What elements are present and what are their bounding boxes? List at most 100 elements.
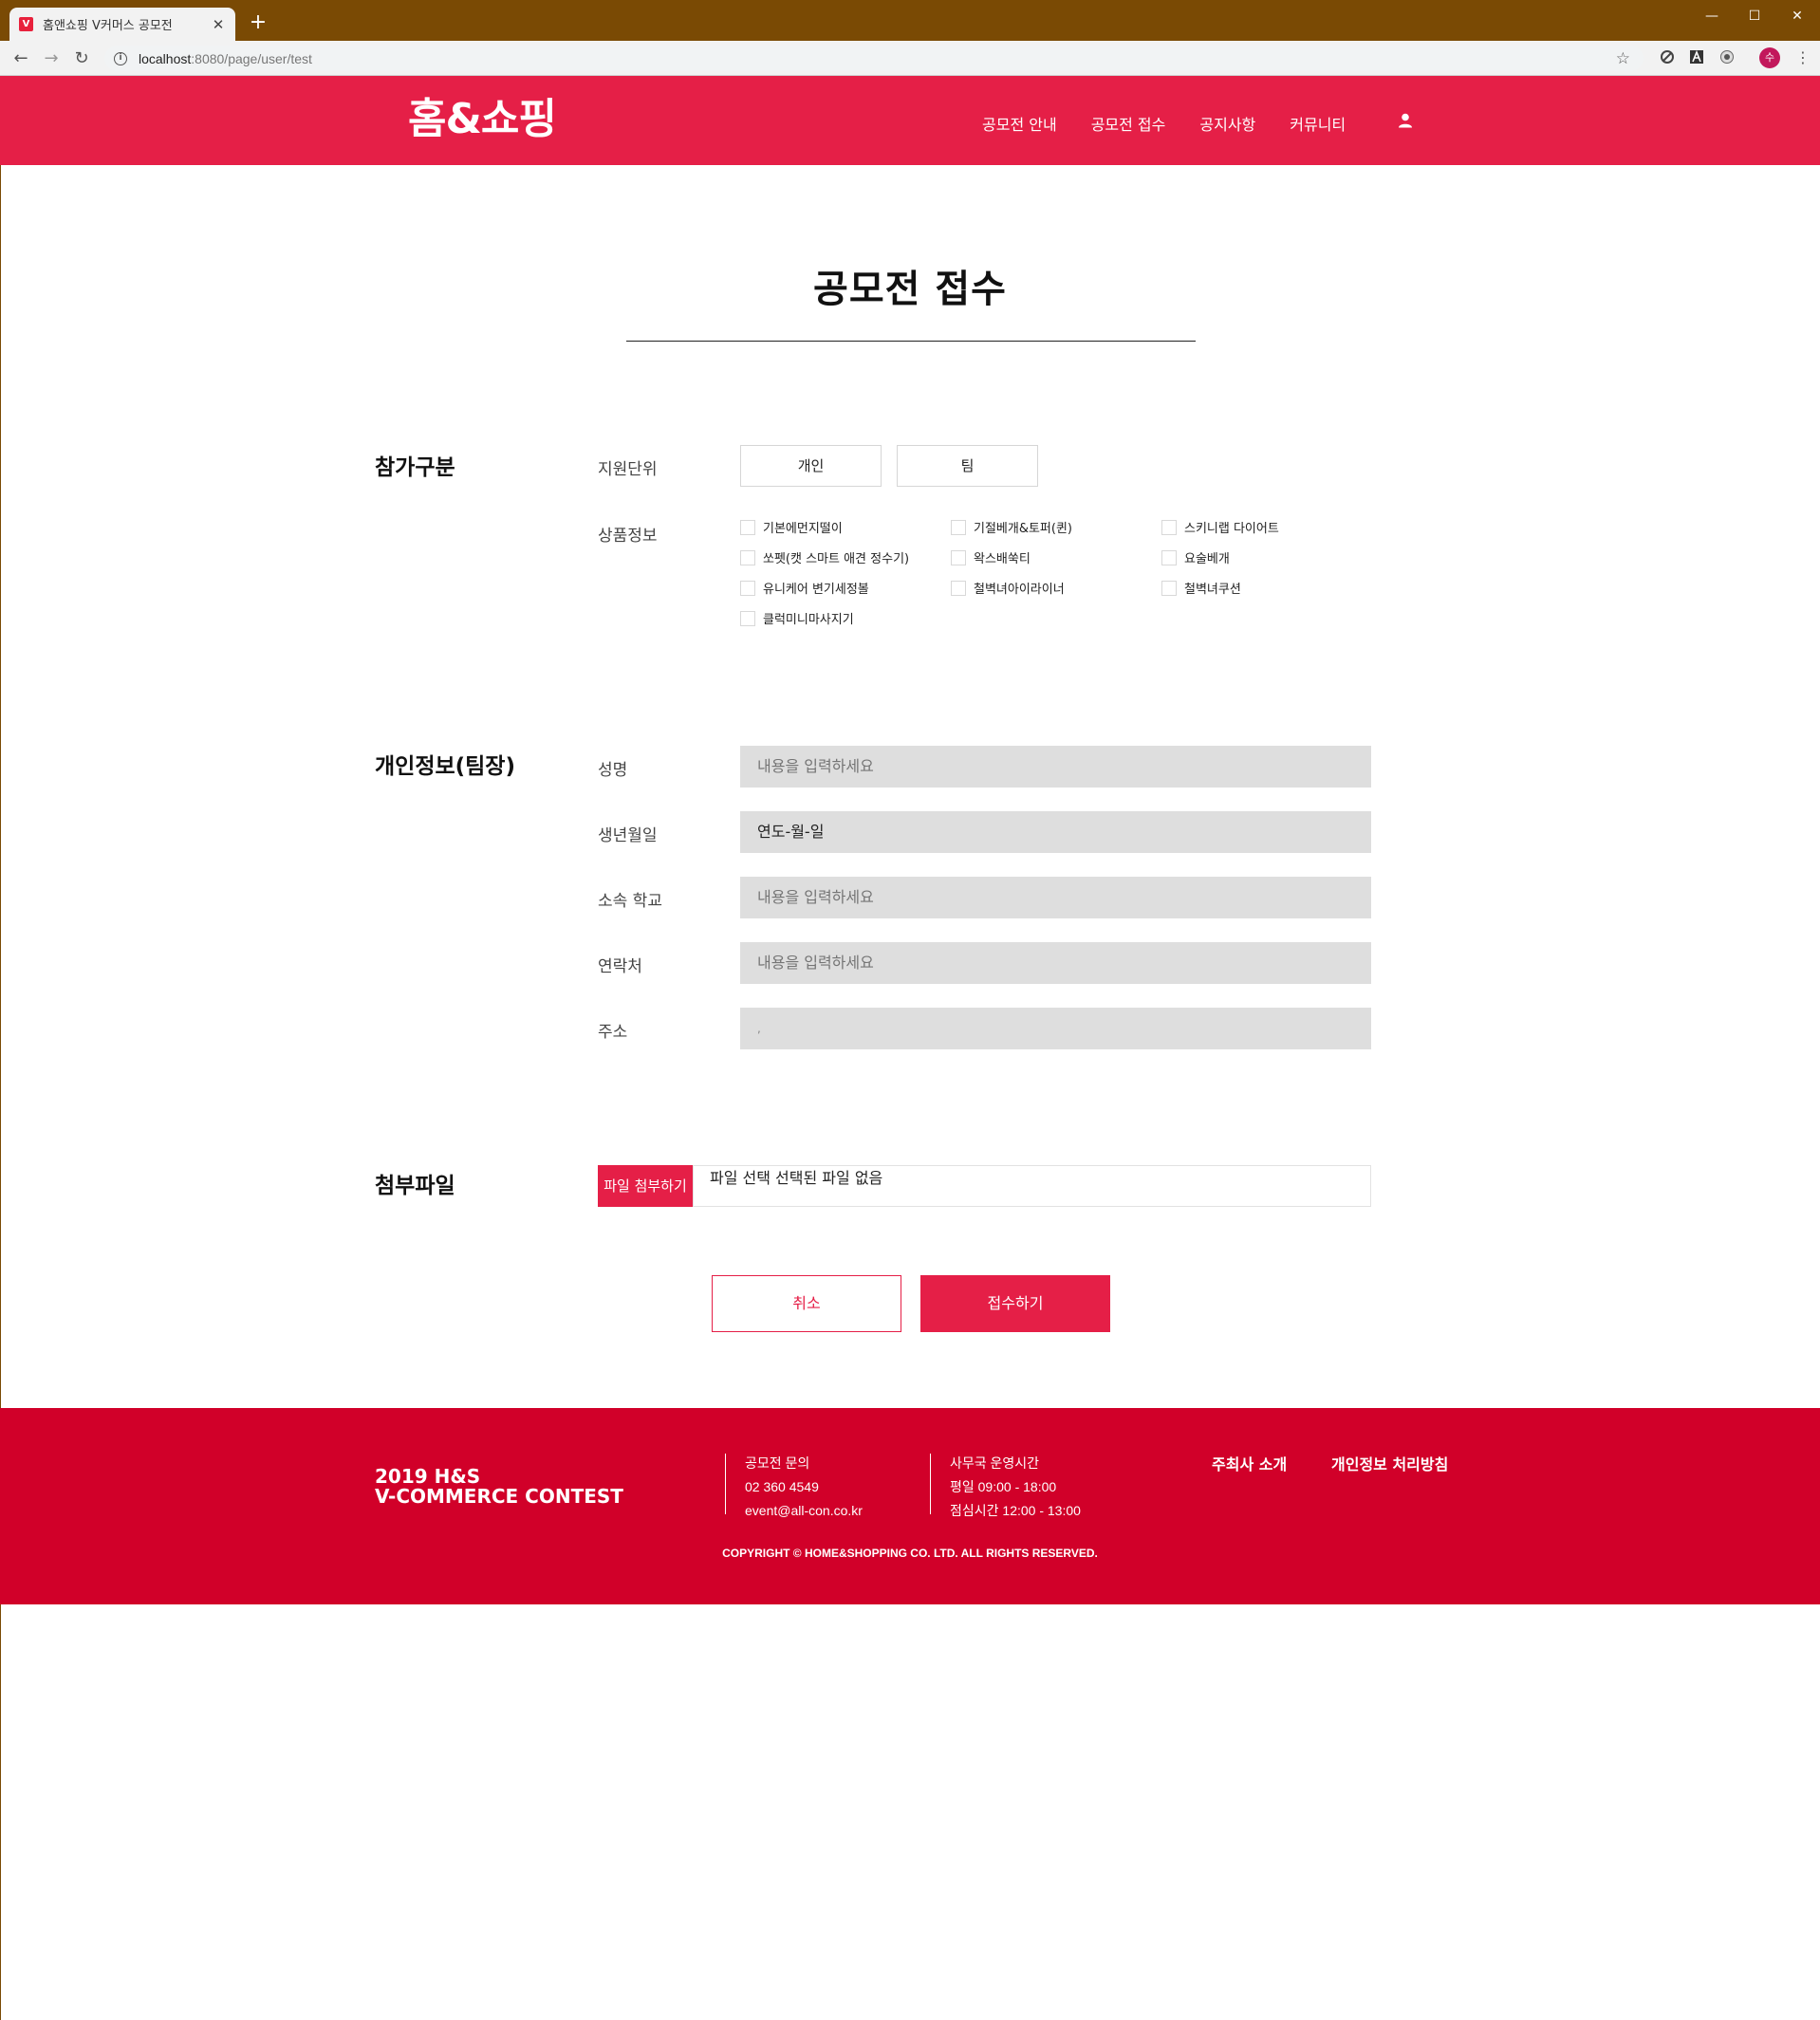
nav-notice[interactable]: 공지사항: [1199, 112, 1255, 134]
product-name: 요술베개: [1184, 552, 1230, 566]
unit-individual-button[interactable]: 개인: [740, 445, 882, 487]
checkbox[interactable]: [740, 549, 755, 565]
url-path: :8080/page/user/test: [191, 50, 312, 66]
logo-text: 홈&쇼핑: [408, 95, 557, 143]
school-input[interactable]: [740, 877, 1371, 918]
new-tab-button[interactable]: +: [249, 11, 268, 34]
nav-contest-info[interactable]: 공모전 안내: [982, 112, 1057, 134]
phone-input[interactable]: [740, 942, 1371, 984]
contact-title: 공모전 문의: [745, 1455, 810, 1471]
footer-link-privacy[interactable]: 개인정보 처리방침: [1331, 1452, 1448, 1474]
birthdate-input[interactable]: 연도-월-일: [740, 811, 1371, 853]
checkbox[interactable]: [951, 580, 966, 596]
product-name: 클럭미니마사지기: [763, 613, 854, 627]
footer-brand-line2: V-COMMERCE CONTEST: [375, 1485, 623, 1508]
product-checkbox[interactable]: 기본에먼지떨이: [740, 518, 843, 536]
address-label: 주소: [598, 1023, 628, 1042]
nav-community[interactable]: 커뮤니티: [1290, 112, 1346, 134]
title-divider: [626, 341, 1196, 342]
product-name: 유니케어 변기세정볼: [763, 583, 869, 597]
browser-menu-icon[interactable]: ⋮: [1795, 46, 1811, 69]
name-label: 성명: [598, 761, 628, 780]
product-checkbox[interactable]: 요술베개: [1161, 548, 1230, 566]
footer-brand-line1: 2019 H&S: [375, 1465, 481, 1488]
url-text: localhost:8080/page/user/test: [139, 51, 312, 66]
minimize-window-button[interactable]: —: [1693, 4, 1731, 28]
site-info-icon[interactable]: i: [114, 51, 127, 65]
product-label: 상품정보: [598, 527, 658, 546]
window-border: [0, 76, 1, 2020]
product-checkbox[interactable]: 기절베개&토퍼(퀸): [951, 518, 1072, 536]
product-checkbox[interactable]: 철벽녀쿠션: [1161, 579, 1241, 597]
page-title: 공모전 접수: [813, 268, 1007, 311]
copyright: COPYRIGHT © HOME&SHOPPING CO. LTD. ALL R…: [722, 1547, 1098, 1560]
school-label: 소속 학교: [598, 892, 662, 911]
maximize-window-button[interactable]: ☐: [1736, 4, 1774, 28]
checkbox[interactable]: [740, 580, 755, 596]
browser-tab[interactable]: V 홈앤쇼핑 V커머스 공모전 ✕: [9, 8, 235, 41]
hours-title: 사무국 운영시간: [950, 1455, 1040, 1471]
checkbox[interactable]: [1161, 549, 1177, 565]
file-status-text[interactable]: 파일 선택 선택된 파일 없음: [710, 1165, 882, 1188]
browser-titlebar: V 홈앤쇼핑 V커머스 공모전 ✕ + — ☐ ✕: [0, 0, 1820, 41]
footer-contact: 공모전 문의 02 360 4549 event@all-con.co.kr: [745, 1452, 863, 1523]
product-checkbox[interactable]: 왁스배쑥티: [951, 548, 1031, 566]
section-title-attachment: 첨부파일: [375, 1174, 455, 1198]
main-nav: 공모전 안내 공모전 접수 공지사항 커뮤니티: [982, 112, 1380, 134]
forward-button[interactable]: →: [40, 47, 63, 70]
browser-toolbar: ← → ↻ i localhost:8080/page/user/test ☆: [0, 41, 1820, 76]
back-button[interactable]: ←: [9, 47, 32, 70]
site-footer: 2019 H&S V-COMMERCE CONTEST 공모전 문의 02 36…: [0, 1408, 1820, 1604]
tab-title: 홈앤쇼핑 V커머스 공모전: [43, 19, 173, 33]
checkbox[interactable]: [1161, 580, 1177, 596]
unit-team-button[interactable]: 팀: [897, 445, 1038, 487]
product-name: 기본에먼지떨이: [763, 522, 843, 536]
checkbox[interactable]: [951, 549, 966, 565]
checkbox[interactable]: [951, 519, 966, 535]
checkbox[interactable]: [740, 610, 755, 626]
birthdate-label: 생년월일: [598, 826, 658, 845]
user-icon[interactable]: [1398, 113, 1413, 128]
hours-weekday: 평일 09:00 - 18:00: [950, 1479, 1057, 1494]
footer-divider: [725, 1454, 726, 1514]
close-tab-icon[interactable]: ✕: [211, 16, 226, 33]
bookmark-star-icon[interactable]: ☆: [1616, 49, 1630, 68]
contact-phone: 02 360 4549: [745, 1479, 819, 1494]
product-checkbox[interactable]: 유니케어 변기세정볼: [740, 579, 869, 597]
product-checkbox[interactable]: 클럭미니마사지기: [740, 609, 854, 627]
product-name: 철벽녀아이라이너: [974, 583, 1065, 597]
submit-button[interactable]: 접수하기: [920, 1275, 1110, 1332]
url-host: localhost: [139, 50, 192, 66]
product-checkbox[interactable]: 스키니랩 다이어트: [1161, 518, 1279, 536]
phone-label: 연락처: [598, 957, 642, 976]
checkbox[interactable]: [740, 519, 755, 535]
unit-label: 지원단위: [598, 460, 658, 479]
name-input[interactable]: [740, 746, 1371, 788]
product-checkbox[interactable]: 철벽녀아이라이너: [951, 579, 1065, 597]
attach-file-button[interactable]: 파일 첨부하기: [598, 1165, 693, 1207]
address-input[interactable]: ,: [740, 1008, 1371, 1049]
a-extension-icon[interactable]: [1688, 49, 1705, 66]
footer-divider: [930, 1454, 931, 1514]
section-title-personal: 개인정보(팀장): [375, 754, 515, 779]
product-checkbox[interactable]: 쏘펫(캣 스마트 애견 정수기): [740, 548, 909, 566]
footer-brand: 2019 H&S V-COMMERCE CONTEST: [375, 1467, 623, 1507]
footer-hours: 사무국 운영시간 평일 09:00 - 18:00 점심시간 12:00 - 1…: [950, 1452, 1081, 1523]
favicon-icon: V: [19, 17, 33, 31]
hours-lunch: 점심시간 12:00 - 13:00: [950, 1503, 1081, 1518]
reload-button[interactable]: ↻: [70, 47, 93, 70]
block-extension-icon[interactable]: [1659, 49, 1676, 66]
close-window-button[interactable]: ✕: [1778, 4, 1816, 28]
profile-avatar[interactable]: 수: [1759, 47, 1780, 68]
checkbox[interactable]: [1161, 519, 1177, 535]
address-bar[interactable]: i localhost:8080/page/user/test ☆: [104, 46, 1644, 71]
screen-extension-icon[interactable]: [1718, 49, 1736, 66]
section-title-participation: 참가구분: [375, 455, 455, 480]
product-name: 쏘펫(캣 스마트 애견 정수기): [763, 552, 910, 566]
cancel-button[interactable]: 취소: [712, 1275, 901, 1332]
footer-link-organizer[interactable]: 주최사 소개: [1212, 1452, 1287, 1474]
product-name: 기절베개&토퍼(퀸): [974, 522, 1073, 536]
site-logo[interactable]: 홈&쇼핑: [408, 95, 557, 144]
nav-contest-apply[interactable]: 공모전 접수: [1091, 112, 1166, 134]
product-name: 철벽녀쿠션: [1184, 583, 1241, 597]
